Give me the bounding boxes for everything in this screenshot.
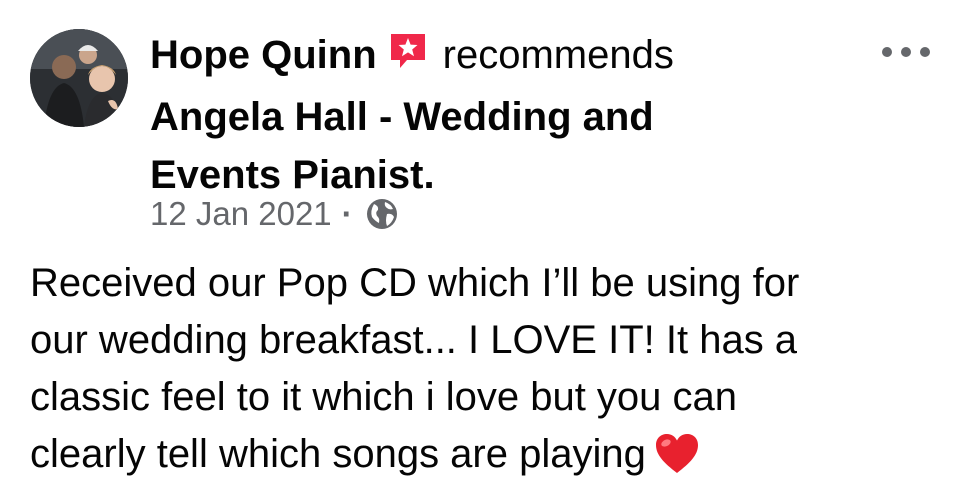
post-body-line-text: clearly tell which songs are playing	[30, 432, 646, 476]
more-dot	[901, 47, 911, 57]
post-date[interactable]: 12 Jan 2021	[150, 195, 332, 232]
red-heart-icon	[654, 433, 700, 491]
post-body-line: classic feel to it which i love but you …	[30, 375, 738, 419]
globe-icon[interactable]	[365, 197, 399, 242]
avatar[interactable]	[30, 29, 128, 127]
page-name-line-1[interactable]: Angela Hall - Wedding and	[150, 88, 850, 146]
post-body-line: Received our Pop CD which I’ll be using …	[30, 261, 800, 305]
author-name[interactable]: Hope Quinn	[150, 33, 377, 77]
avatar-photo	[30, 29, 128, 127]
post-card: Hope Quinn recommends Angela Hall - Wedd…	[0, 0, 960, 487]
post-header: Hope Quinn recommends Angela Hall - Wedd…	[150, 26, 850, 204]
post-meta: 12 Jan 2021 ·	[150, 192, 399, 242]
header-line-2: Angela Hall - Wedding and	[150, 88, 850, 146]
recommends-verb: recommends	[442, 33, 674, 77]
post-body-line-last: clearly tell which songs are playing	[30, 426, 950, 491]
more-dot	[882, 47, 892, 57]
post-body: Received our Pop CD which I’ll be using …	[30, 255, 950, 491]
more-options-icon[interactable]	[882, 40, 930, 64]
more-dot	[920, 47, 930, 57]
header-line-1: Hope Quinn recommends	[150, 26, 850, 88]
meta-separator: ·	[341, 195, 353, 232]
recommend-star-icon	[387, 30, 429, 88]
post-body-line: our wedding breakfast... I LOVE IT! It h…	[30, 318, 798, 362]
